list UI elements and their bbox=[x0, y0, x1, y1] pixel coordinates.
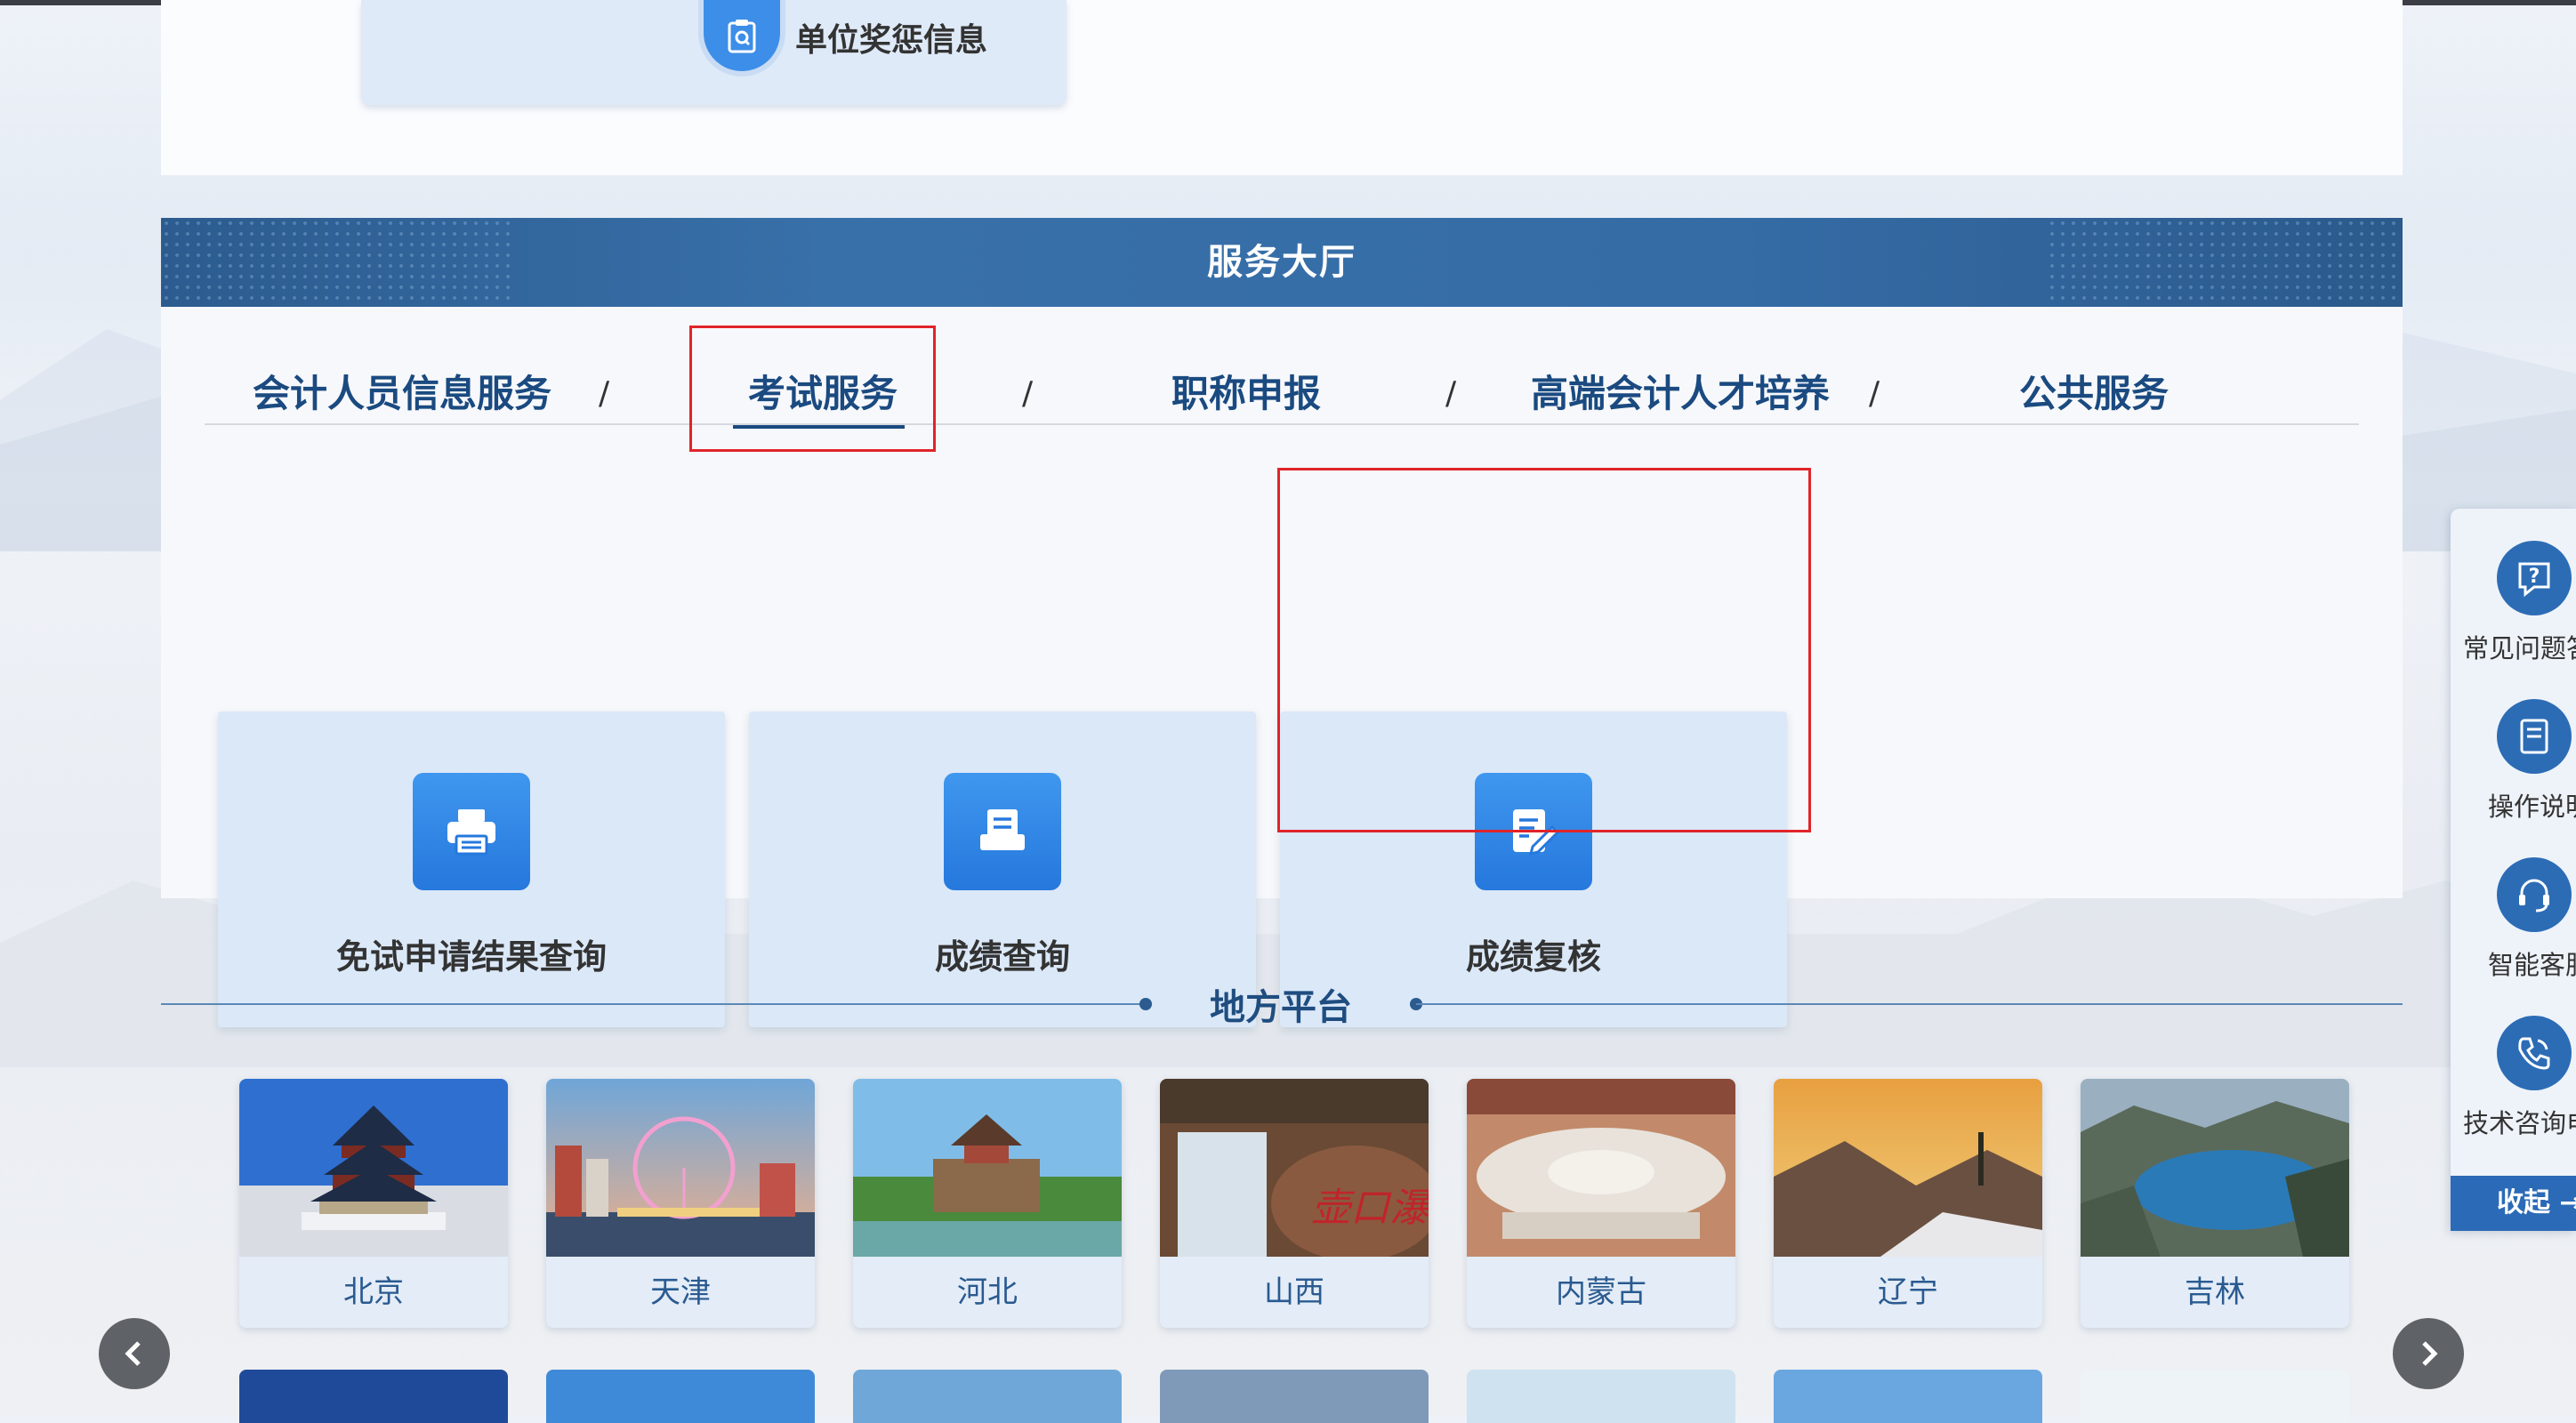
award-info-card[interactable]: 单位奖惩信息 bbox=[361, 0, 1067, 105]
float-item-label: 操作说明 bbox=[2488, 792, 2576, 822]
city-card-hebei[interactable]: 河北 bbox=[853, 1079, 1122, 1328]
tile-label: 免试申请结果查询 bbox=[335, 937, 607, 977]
city-card-jilin[interactable]: 吉林 bbox=[2081, 1079, 2349, 1328]
city-name: 河北 bbox=[957, 1274, 1018, 1310]
tianjin-ferris-wheel-image bbox=[546, 1079, 815, 1257]
highlight-box-exam-tab bbox=[689, 326, 936, 452]
tech-consult-button[interactable]: 技术咨询电 bbox=[2451, 984, 2576, 1144]
tab-senior-talent[interactable]: 高端会计人才培养 bbox=[1531, 365, 1830, 423]
tab-public-service[interactable]: 公共服务 bbox=[2019, 365, 2169, 423]
liaoning-sunset-image bbox=[1774, 1079, 2042, 1257]
carousel-prev-button[interactable] bbox=[99, 1318, 170, 1389]
city-name: 辽宁 bbox=[1878, 1274, 1938, 1310]
chevron-right-icon bbox=[2422, 1341, 2438, 1366]
question-icon: ? bbox=[2497, 541, 2572, 615]
inner-mongolia-building-image bbox=[1467, 1079, 1735, 1257]
divider-line bbox=[1416, 1003, 2403, 1005]
city-card-row2[interactable] bbox=[2081, 1370, 2349, 1423]
tab-accountant-info[interactable]: 会计人员信息服务 bbox=[253, 365, 551, 423]
city-card-row2[interactable] bbox=[853, 1370, 1122, 1423]
clipboard-icon bbox=[704, 0, 780, 71]
tile-label: 成绩复核 bbox=[1465, 937, 1601, 977]
jilin-lake-image bbox=[2081, 1079, 2349, 1257]
city-card-row2[interactable] bbox=[1467, 1370, 1735, 1423]
city-name: 天津 bbox=[650, 1274, 711, 1310]
phone-icon bbox=[2497, 1016, 2572, 1090]
svg-text:?: ? bbox=[2529, 566, 2540, 588]
tab-separator: / bbox=[599, 375, 610, 412]
chevron-left-icon bbox=[125, 1341, 141, 1366]
city-card-row2[interactable] bbox=[239, 1370, 508, 1423]
collapse-button[interactable]: 收起 → bbox=[2451, 1176, 2576, 1231]
smart-service-button[interactable]: 智能客服 bbox=[2451, 825, 2576, 985]
beijing-temple-image bbox=[239, 1079, 508, 1257]
carousel-next-button[interactable] bbox=[2393, 1318, 2464, 1389]
manual-button[interactable]: 操作说明 bbox=[2451, 667, 2576, 827]
city-card-beijing[interactable]: 北京 bbox=[239, 1079, 508, 1328]
tab-title-application[interactable]: 职称申报 bbox=[1171, 365, 1321, 423]
city-card-liaoning[interactable]: 辽宁 bbox=[1774, 1079, 2042, 1328]
city-card-shanxi[interactable]: 壶口瀑布 山西 bbox=[1160, 1079, 1429, 1328]
tab-separator: / bbox=[1869, 375, 1880, 412]
city-card-tianjin[interactable]: 天津 bbox=[546, 1079, 815, 1328]
manual-icon bbox=[2497, 699, 2572, 774]
float-item-label: 技术咨询电 bbox=[2463, 1108, 2576, 1138]
svg-text:壶口瀑布: 壶口瀑布 bbox=[1311, 1186, 1429, 1231]
divider-line bbox=[161, 1003, 1146, 1005]
city-card-row2[interactable] bbox=[546, 1370, 815, 1423]
city-card-row2[interactable] bbox=[1160, 1370, 1429, 1423]
service-hall-header: 服务大厅 bbox=[161, 218, 2403, 307]
float-item-label: 常见问题答 bbox=[2463, 633, 2576, 663]
service-hall-title: 服务大厅 bbox=[1207, 242, 1356, 283]
local-platform-title: 地方平台 bbox=[1210, 987, 1352, 1028]
floating-help-panel: ? 常见问题答 操作说明 智能客服 bbox=[2451, 509, 2576, 1231]
shanxi-waterfall-image: 壶口瀑布 bbox=[1160, 1079, 1429, 1257]
city-name: 吉林 bbox=[2185, 1274, 2245, 1310]
tile-label: 成绩查询 bbox=[934, 937, 1070, 977]
highlight-box-score-review bbox=[1277, 468, 1811, 832]
service-tabs: 会计人员信息服务 / 考试服务 / 职称申报 / 高端会计人才培养 / 公共服务 bbox=[205, 365, 2359, 425]
faq-button[interactable]: ? 常见问题答 bbox=[2451, 509, 2576, 669]
tab-separator: / bbox=[1022, 375, 1034, 412]
award-info-label: 单位奖惩信息 bbox=[795, 22, 988, 59]
tab-separator: / bbox=[1445, 375, 1457, 412]
printer-icon bbox=[413, 773, 530, 890]
city-name: 山西 bbox=[1264, 1274, 1324, 1310]
city-card-row2[interactable] bbox=[1774, 1370, 2042, 1423]
headset-icon bbox=[2497, 857, 2572, 932]
city-name: 北京 bbox=[343, 1274, 404, 1310]
info-section: 单位奖惩信息 bbox=[161, 0, 2403, 175]
float-item-label: 智能客服 bbox=[2488, 950, 2576, 980]
document-icon bbox=[944, 773, 1061, 890]
tile-exemption-result[interactable]: 免试申请结果查询 bbox=[218, 712, 725, 1027]
hebei-tower-image bbox=[853, 1079, 1122, 1257]
city-name: 内蒙古 bbox=[1556, 1274, 1646, 1310]
city-card-inner-mongolia[interactable]: 内蒙古 bbox=[1467, 1079, 1735, 1328]
